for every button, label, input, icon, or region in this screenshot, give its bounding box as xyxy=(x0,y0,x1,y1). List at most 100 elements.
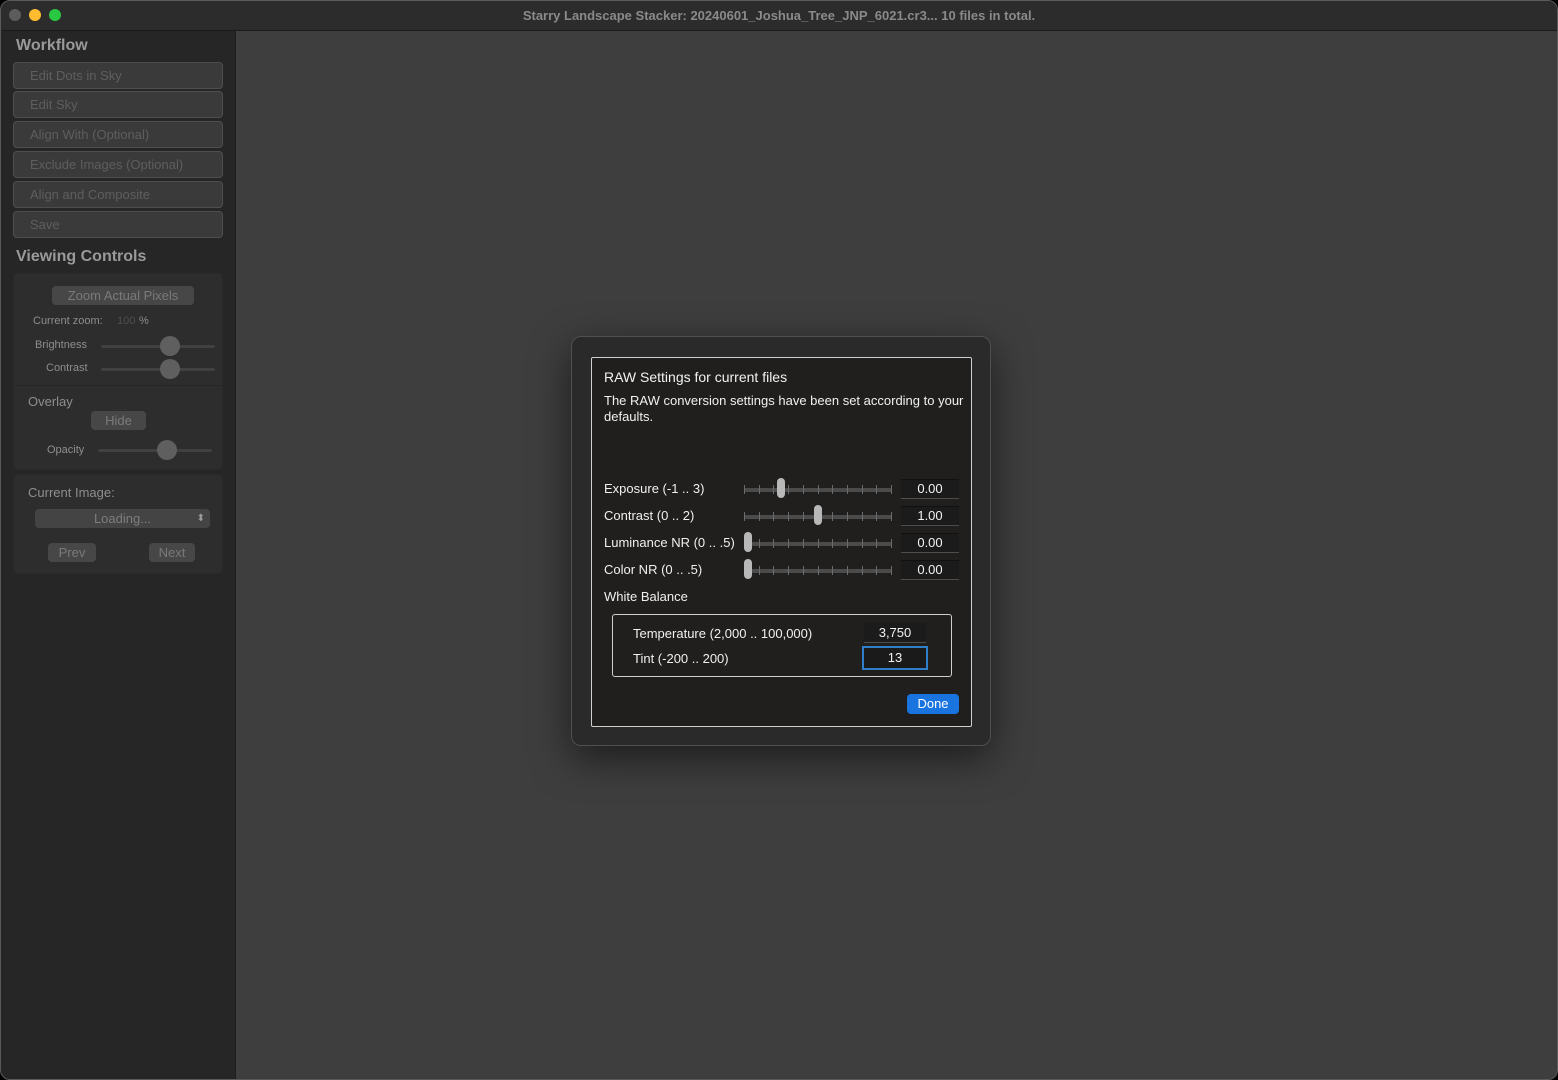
panel-divider xyxy=(14,385,222,386)
overlay-hide-button[interactable]: Hide xyxy=(91,411,146,430)
slider-tick xyxy=(876,512,878,521)
slider-tick xyxy=(861,539,863,548)
dialog-description: The RAW conversion settings have been se… xyxy=(604,393,964,424)
done-button[interactable]: Done xyxy=(907,694,959,714)
edit-sky-button[interactable]: Edit Sky xyxy=(13,91,223,118)
align-with-button[interactable]: Align With (Optional) xyxy=(13,121,223,148)
slider-tick xyxy=(758,566,760,575)
exposure-value-field[interactable]: 0.00 xyxy=(901,479,959,499)
slider-tick xyxy=(802,566,804,575)
save-button[interactable]: Save xyxy=(13,211,223,238)
slider-tick xyxy=(891,566,892,575)
align-and-composite-button[interactable]: Align and Composite xyxy=(13,181,223,208)
slider-tick xyxy=(817,485,819,494)
current-image-select[interactable]: Loading... ⬍ xyxy=(35,509,210,528)
tint-field[interactable]: 13 xyxy=(862,646,928,670)
luminance-nr-label: Luminance NR (0 .. .5) xyxy=(604,535,735,550)
slider-tick xyxy=(846,566,848,575)
slider-tick xyxy=(744,512,745,521)
slider-tick xyxy=(876,485,878,494)
slider-tick xyxy=(788,485,790,494)
viewing-controls-title: Viewing Controls xyxy=(16,248,147,265)
slider-tick xyxy=(773,566,775,575)
slider-tick xyxy=(832,485,834,494)
slider-tick xyxy=(861,566,863,575)
slider-tick xyxy=(758,512,760,521)
title-bar: Starry Landscape Stacker: 20240601_Joshu… xyxy=(1,1,1557,31)
current-image-label: Current Image: xyxy=(28,485,115,500)
slider-tick xyxy=(891,539,892,548)
slider-knob[interactable] xyxy=(814,505,822,525)
contrast-slider[interactable] xyxy=(744,505,892,525)
updown-chevron-icon: ⬍ xyxy=(196,513,205,524)
current-zoom-label: Current zoom: xyxy=(33,315,103,327)
contrast-view-slider-knob[interactable] xyxy=(160,359,180,379)
opacity-slider-track[interactable] xyxy=(98,449,212,452)
slider-tick xyxy=(861,512,863,521)
sidebar: Workflow Edit Dots in Sky Edit Sky Align… xyxy=(1,31,236,1079)
raw-settings-dialog: RAW Settings for current files The RAW c… xyxy=(571,336,991,746)
slider-tick xyxy=(773,539,775,548)
zoom-actual-pixels-button[interactable]: Zoom Actual Pixels xyxy=(52,286,194,305)
slider-tick xyxy=(758,485,760,494)
raw-settings-box: RAW Settings for current files The RAW c… xyxy=(591,357,972,727)
workflow-title: Workflow xyxy=(16,37,88,54)
color-nr-value-field[interactable]: 0.00 xyxy=(901,560,959,580)
slider-tick xyxy=(773,485,775,494)
brightness-slider-knob[interactable] xyxy=(160,336,180,356)
slider-tick xyxy=(802,512,804,521)
next-button[interactable]: Next xyxy=(149,543,195,562)
contrast-view-label: Contrast xyxy=(46,362,88,374)
white-balance-label: White Balance xyxy=(604,589,688,604)
slider-tick xyxy=(832,539,834,548)
slider-tick xyxy=(817,539,819,548)
contrast-label: Contrast (0 .. 2) xyxy=(604,508,695,523)
slider-tick xyxy=(788,539,790,548)
slider-tick xyxy=(802,485,804,494)
luminance-nr-value-field[interactable]: 0.00 xyxy=(901,533,959,553)
window-title: Starry Landscape Stacker: 20240601_Joshu… xyxy=(522,8,1036,23)
slider-knob[interactable] xyxy=(744,532,752,552)
exposure-slider[interactable] xyxy=(744,478,892,498)
exposure-label: Exposure (-1 .. 3) xyxy=(604,481,705,496)
viewing-controls-panel: Zoom Actual Pixels Current zoom: 100 % B… xyxy=(13,273,223,470)
slider-tick xyxy=(817,566,819,575)
slider-tick xyxy=(876,539,878,548)
contrast-value-field[interactable]: 1.00 xyxy=(901,506,959,526)
opacity-slider-knob[interactable] xyxy=(157,440,177,460)
edit-dots-in-sky-button[interactable]: Edit Dots in Sky xyxy=(13,62,223,89)
temperature-field[interactable]: 3,750 xyxy=(864,623,926,643)
luminance-nr-slider[interactable] xyxy=(744,532,892,552)
slider-tick xyxy=(832,512,834,521)
prev-button[interactable]: Prev xyxy=(48,543,96,562)
current-zoom-unit: % xyxy=(139,315,149,327)
slider-tick xyxy=(788,566,790,575)
current-image-select-value: Loading... xyxy=(93,511,152,526)
current-image-panel: Current Image: Loading... ⬍ Prev Next xyxy=(13,474,223,574)
slider-tick xyxy=(758,539,760,548)
slider-knob[interactable] xyxy=(777,478,785,498)
current-zoom-value: 100 xyxy=(117,315,136,327)
tint-label: Tint (-200 .. 200) xyxy=(633,651,729,666)
exclude-images-button[interactable]: Exclude Images (Optional) xyxy=(13,151,223,178)
slider-tick xyxy=(891,485,892,494)
contrast-view-slider-track[interactable] xyxy=(101,368,215,371)
slider-tick xyxy=(846,512,848,521)
white-balance-group: Temperature (2,000 .. 100,000) 3,750 Tin… xyxy=(612,614,952,677)
color-nr-slider[interactable] xyxy=(744,559,892,579)
slider-tick xyxy=(891,512,892,521)
slider-tick xyxy=(744,485,745,494)
slider-knob[interactable] xyxy=(744,559,752,579)
color-nr-label: Color NR (0 .. .5) xyxy=(604,562,703,577)
brightness-slider-track[interactable] xyxy=(101,345,215,348)
slider-tick xyxy=(773,512,775,521)
temperature-label: Temperature (2,000 .. 100,000) xyxy=(633,626,813,641)
brightness-label: Brightness xyxy=(35,339,87,351)
opacity-label: Opacity xyxy=(47,444,85,456)
overlay-label: Overlay xyxy=(28,394,73,409)
slider-tick xyxy=(846,539,848,548)
slider-tick xyxy=(832,566,834,575)
slider-tick xyxy=(788,512,790,521)
slider-tick xyxy=(846,485,848,494)
dialog-title: RAW Settings for current files xyxy=(604,369,788,385)
